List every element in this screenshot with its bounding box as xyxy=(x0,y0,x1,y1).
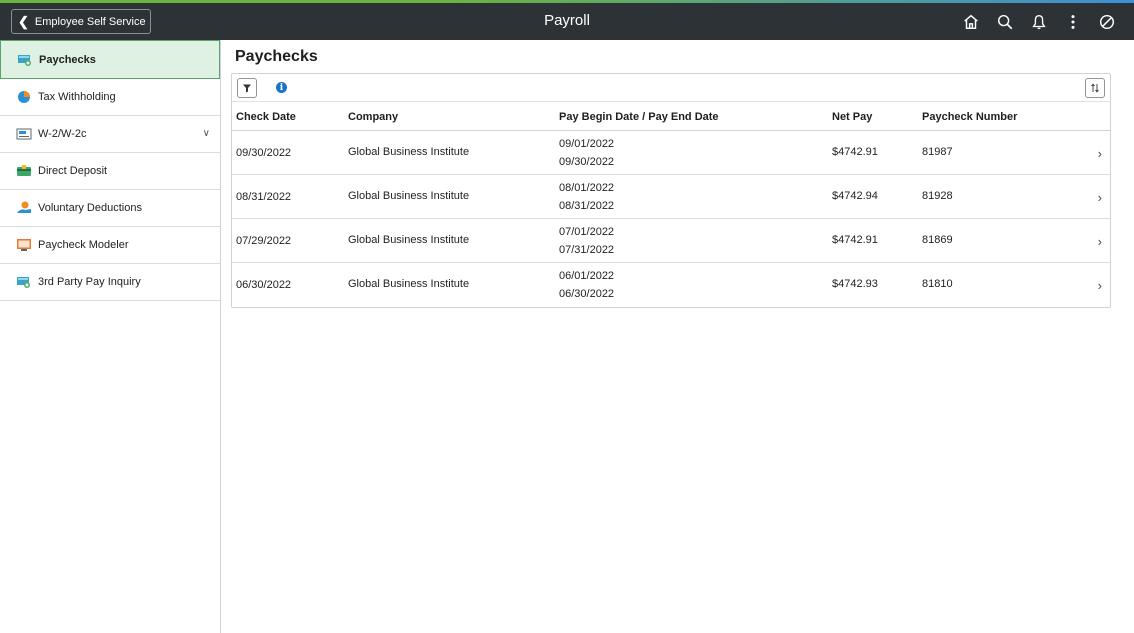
info-icon[interactable]: i xyxy=(276,82,287,93)
sidebar-item-label: Paycheck Modeler xyxy=(38,239,129,251)
net-pay-cell: $4742.94 xyxy=(832,190,878,202)
company-cell: Global Business Institute xyxy=(348,146,470,158)
sidebar-item-label: 3rd Party Pay Inquiry xyxy=(38,276,141,288)
paychecks-grid: i Check Date Company Pay Begin Date / Pa… xyxy=(231,73,1111,308)
column-header-net-pay[interactable]: Net Pay xyxy=(832,111,872,123)
sidebar: Paychecks Tax Withholding W-2/W-2c ∨ Dir… xyxy=(0,40,221,633)
chevron-right-icon[interactable]: › xyxy=(1098,278,1102,293)
sidebar-item-paycheck-modeler[interactable]: Paycheck Modeler xyxy=(0,227,220,264)
filter-icon xyxy=(243,84,251,93)
sidebar-item-voluntary-deductions[interactable]: Voluntary Deductions xyxy=(0,190,220,227)
sidebar-item-w2[interactable]: W-2/W-2c ∨ xyxy=(0,116,220,153)
chevron-right-icon[interactable]: › xyxy=(1098,234,1102,249)
sidebar-item-label: Tax Withholding xyxy=(38,91,116,103)
sidebar-item-direct-deposit[interactable]: Direct Deposit xyxy=(0,153,220,190)
table-header: Check Date Company Pay Begin Date / Pay … xyxy=(232,102,1110,131)
sidebar-item-label: Voluntary Deductions xyxy=(38,202,142,214)
no-entry-icon[interactable] xyxy=(1090,9,1124,34)
bell-icon[interactable] xyxy=(1022,9,1056,34)
w2-form-icon xyxy=(16,127,32,141)
sidebar-item-third-party-pay[interactable]: 3rd Party Pay Inquiry xyxy=(0,264,220,301)
filter-button[interactable] xyxy=(237,78,257,98)
sidebar-item-tax-withholding[interactable]: Tax Withholding xyxy=(0,79,220,116)
chevron-down-icon[interactable]: ∨ xyxy=(203,128,210,139)
main-content: Paychecks i Check Date Company Pay Begin… xyxy=(221,40,1134,633)
net-pay-cell: $4742.93 xyxy=(832,278,878,290)
sidebar-item-paychecks[interactable]: Paychecks xyxy=(0,40,220,79)
pie-chart-icon xyxy=(16,90,32,104)
pay-end-date-cell: 07/31/2022 xyxy=(559,244,615,256)
check-date-cell: 06/30/2022 xyxy=(236,279,292,291)
voluntary-deductions-icon xyxy=(16,201,32,215)
table-row[interactable]: 06/30/2022 Global Business Institute 06/… xyxy=(232,263,1110,307)
more-icon[interactable] xyxy=(1056,9,1090,34)
paycheck-modeler-icon xyxy=(16,238,32,252)
back-button-label: Employee Self Service xyxy=(34,15,146,28)
back-button[interactable]: ❮ Employee Self Service xyxy=(11,9,151,34)
paycheck-number-cell: 81987 xyxy=(922,146,953,158)
table-row[interactable]: 07/29/2022 Global Business Institute 07/… xyxy=(232,219,1110,263)
column-header-pay-period[interactable]: Pay Begin Date / Pay End Date xyxy=(559,111,719,123)
grid-toolbar: i xyxy=(232,74,1110,102)
column-header-company[interactable]: Company xyxy=(348,111,398,123)
pay-end-date-cell: 09/30/2022 xyxy=(559,156,615,168)
paycheck-number-cell: 81869 xyxy=(922,234,953,246)
sidebar-item-label: W-2/W-2c xyxy=(38,128,87,140)
chevron-left-icon: ❮ xyxy=(18,13,29,29)
sort-button[interactable] xyxy=(1085,78,1105,98)
company-cell: Global Business Institute xyxy=(348,278,470,290)
sidebar-item-label: Paychecks xyxy=(39,53,96,66)
paycheck-number-cell: 81928 xyxy=(922,190,953,202)
check-date-cell: 07/29/2022 xyxy=(236,235,292,247)
company-cell: Global Business Institute xyxy=(348,190,470,202)
pay-begin-date-cell: 06/01/2022 xyxy=(559,270,615,282)
app-header: ❮ Employee Self Service Payroll xyxy=(0,3,1134,40)
net-pay-cell: $4742.91 xyxy=(832,146,878,158)
pay-begin-date-cell: 08/01/2022 xyxy=(559,182,615,194)
paycheck-number-cell: 81810 xyxy=(922,278,953,290)
company-cell: Global Business Institute xyxy=(348,234,470,246)
chevron-right-icon[interactable]: › xyxy=(1098,146,1102,161)
table-row[interactable]: 08/31/2022 Global Business Institute 08/… xyxy=(232,175,1110,219)
pay-begin-date-cell: 09/01/2022 xyxy=(559,138,615,150)
column-header-check-date[interactable]: Check Date xyxy=(236,111,296,123)
page-title: Paychecks xyxy=(235,48,318,65)
pay-end-date-cell: 06/30/2022 xyxy=(559,288,615,300)
search-icon[interactable] xyxy=(988,9,1022,34)
check-date-cell: 08/31/2022 xyxy=(236,191,292,203)
direct-deposit-icon xyxy=(16,164,32,178)
sidebar-item-label: Direct Deposit xyxy=(38,165,108,177)
check-date-cell: 09/30/2022 xyxy=(236,147,292,159)
column-header-paycheck-number[interactable]: Paycheck Number xyxy=(922,111,1017,123)
paycheck-icon xyxy=(17,53,33,67)
table-row[interactable]: 09/30/2022 Global Business Institute 09/… xyxy=(232,131,1110,175)
home-icon[interactable] xyxy=(954,9,988,34)
pay-begin-date-cell: 07/01/2022 xyxy=(559,226,615,238)
header-actions xyxy=(954,9,1124,34)
chevron-right-icon[interactable]: › xyxy=(1098,190,1102,205)
net-pay-cell: $4742.91 xyxy=(832,234,878,246)
pay-end-date-cell: 08/31/2022 xyxy=(559,200,615,212)
sort-icon xyxy=(1091,83,1099,93)
third-party-pay-icon xyxy=(16,275,32,289)
